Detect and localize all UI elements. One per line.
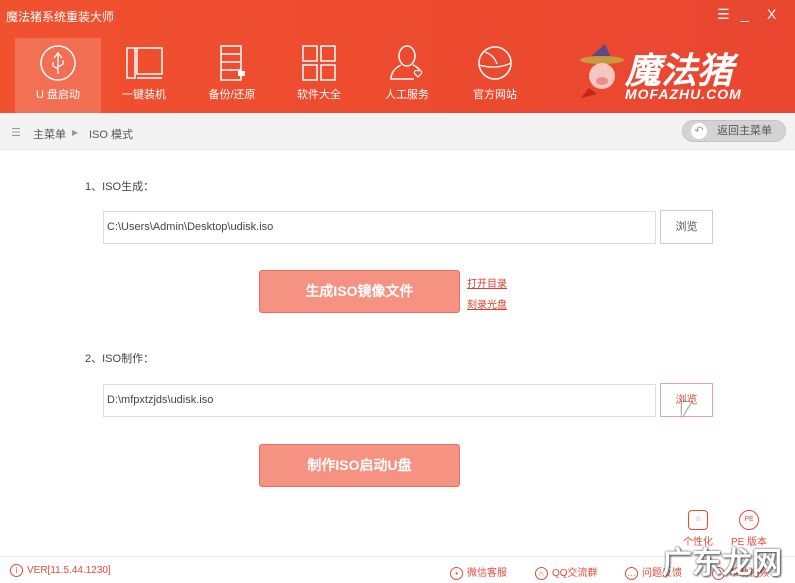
nav-label: 一键装机 bbox=[122, 89, 166, 101]
version-text: VER[11.5.44.1230] bbox=[27, 565, 111, 577]
globe-icon bbox=[478, 46, 512, 80]
iso-source-path-input[interactable]: D:\mfpxtzjds\udisk.iso bbox=[103, 384, 656, 417]
burn-disc-link[interactable]: 刻录光盘 bbox=[467, 296, 507, 311]
nav-label: 备份/还原 bbox=[208, 89, 256, 101]
usb-icon bbox=[40, 45, 76, 81]
chevron-right-icon: ▶ bbox=[72, 128, 79, 137]
generate-iso-button[interactable]: 生成ISO镜像文件 bbox=[259, 270, 460, 313]
nav-one-click-install[interactable]: 一键装机 bbox=[101, 38, 187, 113]
menu-icon[interactable]: ☰ bbox=[717, 6, 730, 23]
make-iso-usb-button[interactable]: 制作ISO启动U盘 bbox=[259, 444, 460, 487]
info-icon: i bbox=[10, 564, 23, 577]
version-info: i VER[11.5.44.1230] bbox=[10, 564, 111, 577]
qq-icon: ∩ bbox=[535, 566, 548, 580]
nav-label: 官方网站 bbox=[473, 89, 517, 101]
return-icon: ↶ bbox=[691, 123, 707, 139]
iso-make-label: 2、ISO制作： bbox=[85, 353, 155, 365]
list-icon: ☰ bbox=[11, 127, 21, 139]
qq-group-link[interactable]: ∩ QQ交流群 bbox=[535, 564, 598, 580]
nav-backup-restore[interactable]: 备份/还原 bbox=[189, 38, 275, 113]
nav-label: 人工服务 bbox=[385, 89, 429, 101]
open-directory-link[interactable]: 打开目录 bbox=[467, 275, 507, 290]
wechat-service-link[interactable]: • 微信客服 bbox=[450, 564, 507, 580]
nav-label: 软件大全 bbox=[297, 89, 341, 101]
computer-icon bbox=[126, 47, 163, 79]
minimize-icon[interactable]: _ bbox=[741, 6, 749, 22]
breadcrumb-current: ISO 模式 bbox=[89, 129, 134, 141]
qq-label: QQ交流群 bbox=[552, 568, 598, 579]
star-icon: ☆ bbox=[688, 510, 708, 530]
browse-button-1[interactable]: 浏览 bbox=[660, 210, 713, 244]
app-header: 魔法猪系统重装大师 ☰ _ X U 盘启动 一键装机 备份/还原 软件大全 人工… bbox=[0, 0, 795, 113]
window-title: 魔法猪系统重装大师 bbox=[6, 10, 115, 24]
breadcrumb: ☰ 主菜单 ▶ ISO 模式 ↶ 返回主菜单 bbox=[0, 113, 795, 150]
nav-software[interactable]: 软件大全 bbox=[276, 38, 362, 113]
chat-icon: … bbox=[625, 566, 638, 580]
iso-generate-label: 1、ISO生成： bbox=[85, 181, 155, 193]
mouse-cursor-icon bbox=[682, 402, 691, 417]
wechat-label: 微信客服 bbox=[467, 568, 507, 579]
back-to-main-button[interactable]: ↶ 返回主菜单 bbox=[682, 120, 786, 142]
pig-mascot-icon bbox=[580, 44, 624, 98]
backup-icon bbox=[220, 45, 245, 81]
person-icon bbox=[390, 45, 423, 80]
logo-url: MOFAZHU.COM bbox=[625, 86, 742, 102]
nav-label: U 盘启动 bbox=[36, 89, 80, 101]
breadcrumb-home[interactable]: 主菜单 bbox=[33, 126, 66, 142]
close-icon[interactable]: X bbox=[767, 6, 776, 22]
grid-icon bbox=[302, 45, 336, 81]
back-label: 返回主菜单 bbox=[717, 125, 772, 137]
watermark: 广东龙网 bbox=[662, 547, 782, 580]
pe-icon: PE bbox=[739, 510, 759, 530]
nav-official-site[interactable]: 官方网站 bbox=[452, 38, 538, 113]
brand-logo: 魔法猪 MOFAZHU.COM bbox=[575, 40, 785, 105]
iso-output-path-input[interactable]: C:\Users\Admin\Desktop\udisk.iso bbox=[103, 211, 656, 244]
nav-manual-service[interactable]: 人工服务 bbox=[364, 38, 450, 113]
wechat-icon: • bbox=[450, 566, 463, 580]
nav-usb-boot[interactable]: U 盘启动 bbox=[15, 38, 101, 113]
